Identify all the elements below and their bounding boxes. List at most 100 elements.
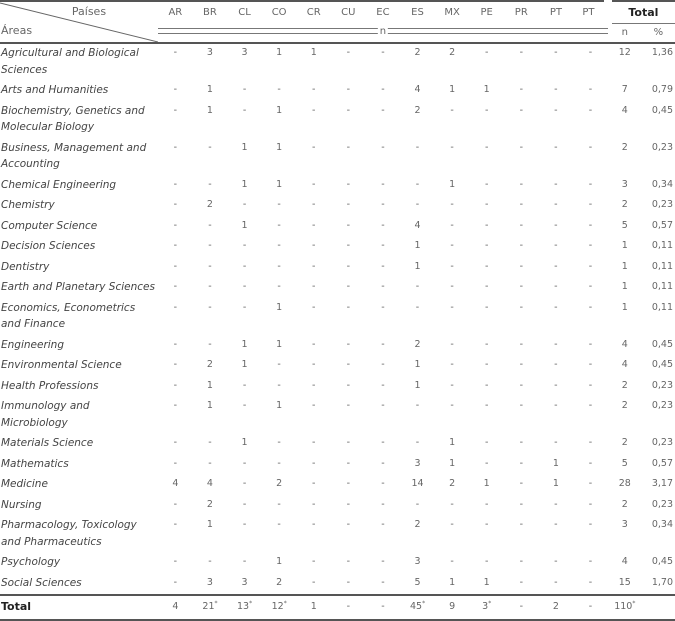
country-count-cell: - bbox=[484, 556, 489, 567]
country-count-cell: - bbox=[173, 338, 178, 350]
area-name: Agricultural and Biological Sciences bbox=[1, 47, 139, 76]
table-row: Social Sciences - 3 3 2 - - - 5 1 1 - - - 15 1,70 bbox=[0, 574, 675, 596]
country-count-cell: - bbox=[208, 260, 212, 272]
country-count-cell: - bbox=[415, 281, 420, 292]
table-row: Mathematics - - - - - - - 3 1 - - 1 - 5 0,57 bbox=[0, 455, 675, 476]
country-count-cell: 1 bbox=[414, 240, 421, 251]
country-count-cell: 3 bbox=[414, 457, 421, 469]
area-name: Psychology bbox=[1, 556, 61, 568]
country-count-cell: 3 bbox=[414, 556, 421, 567]
table-container: Países Áreas AR BR CL CO CR CU EC ES MX PE PR PT PT T… bbox=[0, 0, 675, 621]
total-country-cell: 3* bbox=[469, 594, 504, 621]
country-count-cell: - bbox=[381, 104, 385, 116]
country-count-cell: - bbox=[519, 498, 524, 510]
country-count-cell: - bbox=[208, 141, 212, 153]
country-count-cell: - bbox=[519, 141, 524, 153]
country-count-cell: - bbox=[519, 219, 524, 231]
country-header: PR bbox=[514, 7, 528, 18]
total-country-cell: 2 bbox=[538, 594, 574, 621]
area-name: Earth and Planetary Sciences bbox=[1, 281, 155, 293]
country-count-cell: 1 bbox=[449, 84, 456, 95]
country-count-cell: - bbox=[484, 400, 489, 411]
total-n-cell: 4 bbox=[621, 338, 628, 350]
country-count-cell: - bbox=[519, 84, 524, 95]
total-pct-cell: 1,70 bbox=[651, 576, 673, 588]
country-count-cell: - bbox=[242, 199, 247, 210]
country-count-cell: - bbox=[519, 379, 524, 391]
total-country-cell: - bbox=[365, 594, 401, 621]
table-row: Biochemistry, Genetics and Molecular Bio… bbox=[0, 102, 675, 139]
country-count-cell: - bbox=[554, 437, 558, 448]
country-count-cell: - bbox=[519, 178, 524, 190]
total-pct-cell: 3,17 bbox=[651, 478, 673, 489]
country-count-cell: - bbox=[173, 400, 178, 411]
table-row: Engineering - - 1 1 - - - 2 - - - - - 4 0,45 bbox=[0, 336, 675, 357]
country-count-cell: - bbox=[173, 104, 178, 116]
country-count-cell: - bbox=[346, 576, 351, 588]
country-count-cell: - bbox=[381, 240, 385, 251]
country-count-cell: - bbox=[588, 199, 593, 210]
country-count-cell: 4 bbox=[414, 84, 421, 95]
country-count-cell: - bbox=[381, 301, 385, 313]
country-count-cell: - bbox=[173, 178, 178, 190]
country-count-cell: - bbox=[484, 457, 489, 469]
country-count-cell: - bbox=[208, 338, 212, 350]
country-count-cell: - bbox=[312, 199, 316, 210]
area-name: Social Sciences bbox=[1, 576, 82, 589]
country-count-cell: 2 bbox=[276, 478, 283, 489]
country-count-cell: - bbox=[242, 281, 247, 292]
country-count-cell: - bbox=[450, 301, 454, 313]
country-count-cell: - bbox=[381, 457, 385, 469]
country-count-cell: 1 bbox=[483, 478, 490, 489]
area-name: Arts and Humanities bbox=[1, 84, 109, 96]
total-pct-cell: 0,34 bbox=[651, 519, 673, 530]
total-pct-cell: 0,23 bbox=[651, 199, 673, 210]
areas-by-country-table: Países Áreas AR BR CL CO CR CU EC ES MX PE PR PT PT T… bbox=[0, 0, 675, 621]
country-count-cell: - bbox=[484, 47, 489, 58]
total-n-cell: 7 bbox=[621, 84, 628, 95]
country-count-cell: - bbox=[554, 359, 558, 370]
total-pct-cell: 0,23 bbox=[651, 498, 673, 510]
total-country-cell: 12* bbox=[261, 594, 297, 621]
country-count-cell: - bbox=[173, 576, 178, 588]
country-count-cell: - bbox=[312, 478, 316, 489]
country-count-cell: - bbox=[554, 379, 558, 391]
total-n-cell: 3 bbox=[621, 178, 628, 190]
country-count-cell: - bbox=[519, 240, 524, 251]
country-count-cell: - bbox=[519, 556, 524, 567]
area-name: Health Professions bbox=[1, 379, 99, 392]
country-count-cell: - bbox=[242, 84, 247, 95]
country-count-cell: - bbox=[242, 519, 247, 530]
country-count-cell: - bbox=[588, 338, 593, 350]
country-count-cell: 1 bbox=[206, 84, 213, 95]
country-count-cell: - bbox=[277, 219, 281, 231]
country-count-cell: - bbox=[519, 576, 524, 588]
country-count-cell: 1 bbox=[276, 47, 283, 58]
total-pct-cell: 0,11 bbox=[651, 281, 673, 292]
area-name: Business, Management and Accounting bbox=[1, 141, 147, 171]
country-count-cell: - bbox=[208, 301, 212, 313]
country-count-cell: - bbox=[484, 178, 489, 190]
country-count-cell: - bbox=[519, 199, 524, 210]
total-pct-cell: 0,23 bbox=[651, 141, 673, 153]
country-count-cell: - bbox=[173, 219, 178, 231]
total-pct-cell: 0,45 bbox=[651, 556, 673, 567]
area-name: Chemical Engineering bbox=[1, 178, 117, 191]
country-count-cell: - bbox=[450, 219, 454, 231]
total-label: Total bbox=[0, 594, 159, 621]
country-header: BR bbox=[203, 7, 217, 18]
country-count-cell: - bbox=[173, 141, 178, 153]
country-count-cell: - bbox=[415, 400, 420, 411]
area-name: Decision Sciences bbox=[1, 240, 96, 252]
country-count-cell: - bbox=[173, 240, 178, 251]
country-count-cell: - bbox=[450, 400, 454, 411]
country-count-cell: - bbox=[588, 219, 593, 231]
country-count-cell: 3 bbox=[241, 47, 248, 58]
country-count-cell: - bbox=[381, 379, 385, 391]
country-count-cell: 1 bbox=[414, 379, 421, 391]
country-count-cell: - bbox=[588, 576, 593, 588]
country-count-cell: - bbox=[484, 301, 489, 313]
country-count-cell: - bbox=[554, 301, 558, 313]
country-count-cell: 1 bbox=[206, 104, 213, 116]
total-n-cell: 1 bbox=[621, 281, 628, 292]
